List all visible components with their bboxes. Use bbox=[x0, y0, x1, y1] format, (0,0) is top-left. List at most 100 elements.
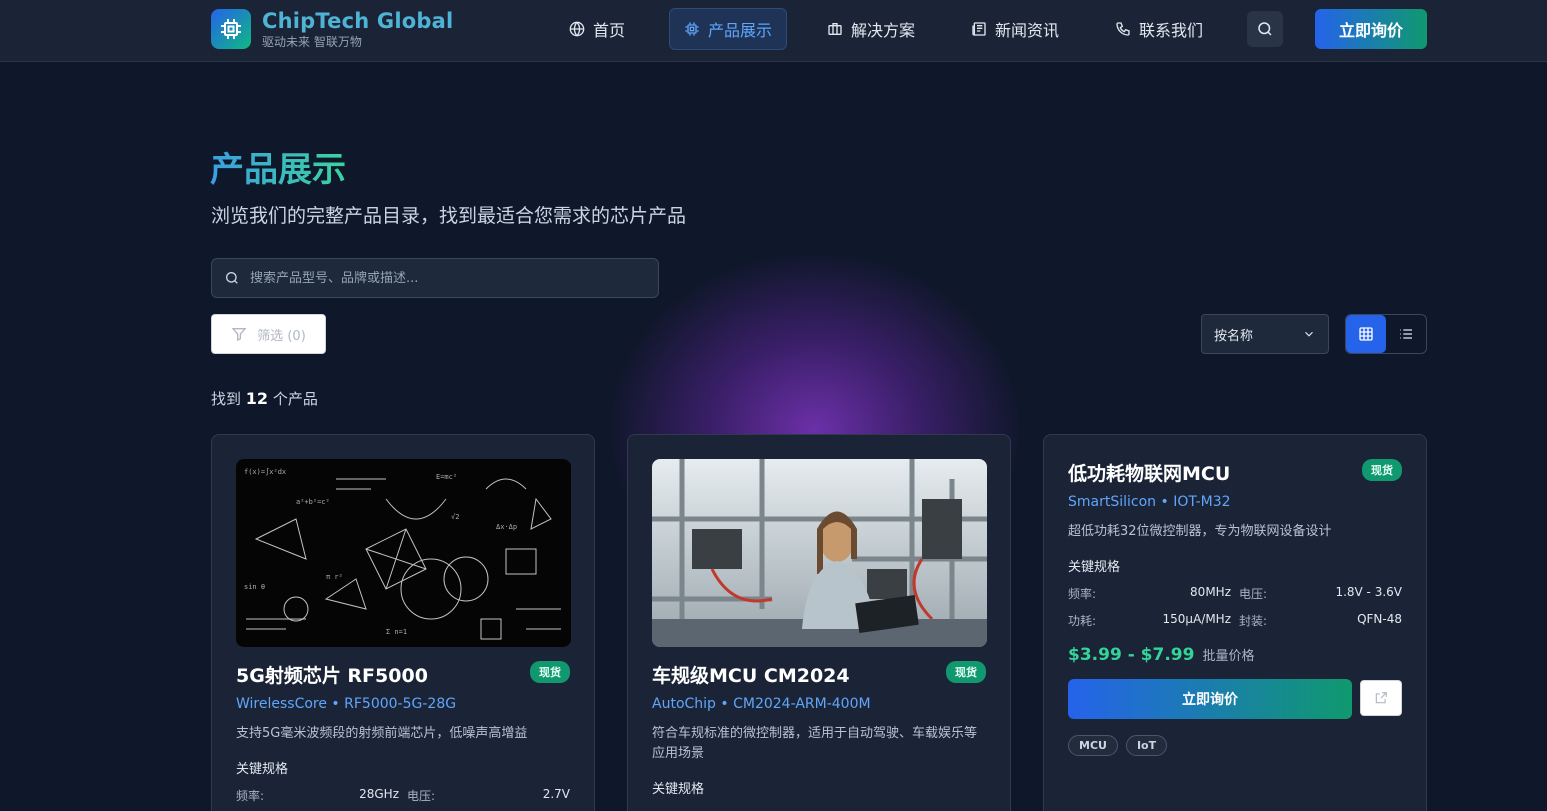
spec-grid: 频率: 28GHz 电压: 2.7V bbox=[236, 787, 570, 804]
spec-value: 150μA/MHz bbox=[1162, 612, 1231, 626]
spec-value: 1.8V - 3.6V bbox=[1335, 585, 1402, 599]
filter-label: 筛选 (0) bbox=[257, 328, 306, 344]
nav-label: 联系我们 bbox=[1139, 21, 1204, 40]
nav-home[interactable]: 首页 bbox=[555, 8, 639, 50]
grid-view-button[interactable] bbox=[1346, 315, 1386, 353]
list-view-button[interactable] bbox=[1386, 315, 1426, 353]
product-brand: AutoChip • CM2024-ARM-400M bbox=[652, 696, 871, 712]
search-icon bbox=[226, 272, 238, 284]
product-card[interactable]: f(x)=∫x²dx a²+b²=c² E=mc² sin θ Δx·Δp Σ n=1… bbox=[211, 434, 595, 811]
spec-key: 功耗: bbox=[1068, 614, 1097, 628]
external-link-icon bbox=[1375, 692, 1387, 704]
result-suffix: 个产品 bbox=[272, 390, 318, 408]
product-name[interactable]: 5G射频芯片 RF5000 bbox=[236, 661, 428, 688]
nav-label: 首页 bbox=[593, 21, 626, 40]
sort-value: 按名称 bbox=[1214, 328, 1254, 344]
stock-badge: 现货 bbox=[1362, 459, 1402, 481]
nav-news[interactable]: 新闻资讯 bbox=[957, 8, 1073, 50]
chip-icon bbox=[685, 22, 699, 36]
sort-select[interactable]: 按名称 bbox=[1201, 314, 1329, 354]
svg-text:E=mc²: E=mc² bbox=[436, 473, 457, 481]
stock-badge: 现货 bbox=[530, 661, 570, 683]
globe-icon bbox=[569, 21, 585, 37]
spec-heading: 关键规格 bbox=[236, 762, 289, 777]
tag[interactable]: IoT bbox=[1125, 735, 1168, 756]
product-name[interactable]: 车规级MCU CM2024 bbox=[652, 661, 850, 688]
product-description: 支持5G毫米波频段的射频前端芯片，低噪声高增益 bbox=[236, 726, 528, 741]
price-range: $3.99 - $7.99 bbox=[1068, 645, 1195, 665]
svg-text:a²+b²=c²: a²+b²=c² bbox=[296, 498, 330, 506]
spec-key: 电压: bbox=[407, 789, 436, 803]
svg-text:Σ n=1: Σ n=1 bbox=[386, 628, 407, 636]
spec-value: QFN-48 bbox=[1357, 612, 1402, 626]
briefcase-icon bbox=[828, 23, 842, 35]
spec-item: 频率: 28GHz bbox=[236, 787, 399, 804]
logo[interactable] bbox=[211, 9, 251, 49]
nav-products[interactable]: 产品展示 bbox=[669, 8, 788, 50]
svg-text:sin θ: sin θ bbox=[244, 583, 265, 591]
stock-badge: 现货 bbox=[946, 661, 986, 683]
nav-contact[interactable]: 联系我们 bbox=[1101, 8, 1217, 50]
search-input[interactable] bbox=[250, 270, 630, 286]
product-brand: WirelessCore • RF5000-5G-28G bbox=[236, 696, 457, 712]
spec-key: 频率: bbox=[1068, 587, 1097, 601]
nav-label: 新闻资讯 bbox=[995, 21, 1060, 40]
external-link-button[interactable] bbox=[1360, 680, 1402, 716]
spec-heading: 关键规格 bbox=[1068, 560, 1121, 575]
spec-key: 电压: bbox=[1239, 587, 1268, 601]
page-title: 产品展示 bbox=[210, 142, 346, 191]
spec-item: 功耗: 150μA/MHz bbox=[1068, 612, 1231, 629]
result-number: 12 bbox=[245, 389, 269, 408]
spec-item: 电压: 1.8V - 3.6V bbox=[1239, 585, 1402, 602]
grid-icon bbox=[1359, 327, 1373, 341]
product-image: f(x)=∫x²dx a²+b²=c² E=mc² sin θ Δx·Δp Σ n=1… bbox=[236, 459, 571, 647]
result-prefix: 找到 bbox=[211, 390, 242, 408]
site-header: ChipTech Global 驱动未来 智联万物 首页 产品展示 解决方案 新… bbox=[0, 0, 1547, 62]
spec-key: 频率: bbox=[236, 789, 265, 803]
spec-value: 2.7V bbox=[542, 787, 570, 801]
spec-value: 80MHz bbox=[1190, 585, 1231, 599]
spec-key: 封装: bbox=[1239, 614, 1268, 628]
brand-tagline: 驱动未来 智联万物 bbox=[262, 35, 362, 49]
nav-solutions[interactable]: 解决方案 bbox=[813, 8, 929, 50]
view-toggle bbox=[1345, 314, 1427, 354]
price-row: $3.99 - $7.99 批量价格 bbox=[1068, 645, 1402, 665]
product-name[interactable]: 低功耗物联网MCU bbox=[1068, 459, 1230, 486]
quote-button[interactable]: 立即询价 bbox=[1068, 679, 1352, 719]
header-search-button[interactable] bbox=[1247, 11, 1283, 47]
header-quote-button[interactable]: 立即询价 bbox=[1315, 9, 1427, 49]
svg-text:f(x)=∫x²dx: f(x)=∫x²dx bbox=[244, 467, 286, 476]
product-search[interactable] bbox=[211, 258, 659, 298]
newspaper-icon bbox=[972, 22, 986, 36]
svg-text:Δx·Δp: Δx·Δp bbox=[496, 523, 517, 531]
spec-value: 28GHz bbox=[359, 787, 399, 801]
card-actions: 立即询价 bbox=[1068, 679, 1402, 719]
phone-icon bbox=[1116, 22, 1130, 36]
product-description: 符合车规标准的微控制器，适用于自动驾驶、车载娱乐等应用场景 bbox=[652, 726, 978, 761]
product-image bbox=[652, 459, 987, 647]
product-brand: SmartSilicon • IOT-M32 bbox=[1068, 494, 1231, 510]
brand-name[interactable]: ChipTech Global bbox=[262, 9, 453, 33]
page-subtitle: 浏览我们的完整产品目录，找到最适合您需求的芯片产品 bbox=[211, 205, 687, 227]
svg-text:√2: √2 bbox=[451, 513, 459, 521]
spec-item: 电压: 2.7V bbox=[407, 787, 570, 804]
product-description: 超低功耗32位微控制器，专为物联网设备设计 bbox=[1068, 524, 1332, 539]
spec-item: 封装: QFN-48 bbox=[1239, 612, 1402, 629]
nav-label: 解决方案 bbox=[851, 21, 916, 40]
tag-list: MCU IoT bbox=[1068, 735, 1402, 756]
chevron-down-icon bbox=[1305, 331, 1313, 337]
product-card[interactable]: 车规级MCU CM2024 现货 AutoChip • CM2024-ARM-4… bbox=[627, 434, 1011, 811]
filter-button[interactable]: 筛选 (0) bbox=[211, 314, 326, 354]
svg-text:π r²: π r² bbox=[326, 573, 343, 581]
product-card[interactable]: 低功耗物联网MCU 现货 SmartSilicon • IOT-M32 超低功耗… bbox=[1043, 434, 1427, 811]
chip-icon bbox=[221, 19, 241, 39]
list-icon bbox=[1400, 329, 1412, 339]
result-count: 找到 12 个产品 bbox=[211, 388, 318, 409]
search-icon bbox=[1258, 22, 1272, 36]
nav-label: 产品展示 bbox=[708, 21, 773, 40]
spec-grid: 频率: 80MHz 电压: 1.8V - 3.6V 功耗: 150μA/MHz 封装:… bbox=[1068, 585, 1402, 629]
filter-icon bbox=[231, 328, 247, 342]
tag[interactable]: MCU bbox=[1068, 735, 1118, 756]
spec-item: 频率: 80MHz bbox=[1068, 585, 1231, 602]
price-note: 批量价格 bbox=[1202, 649, 1255, 664]
